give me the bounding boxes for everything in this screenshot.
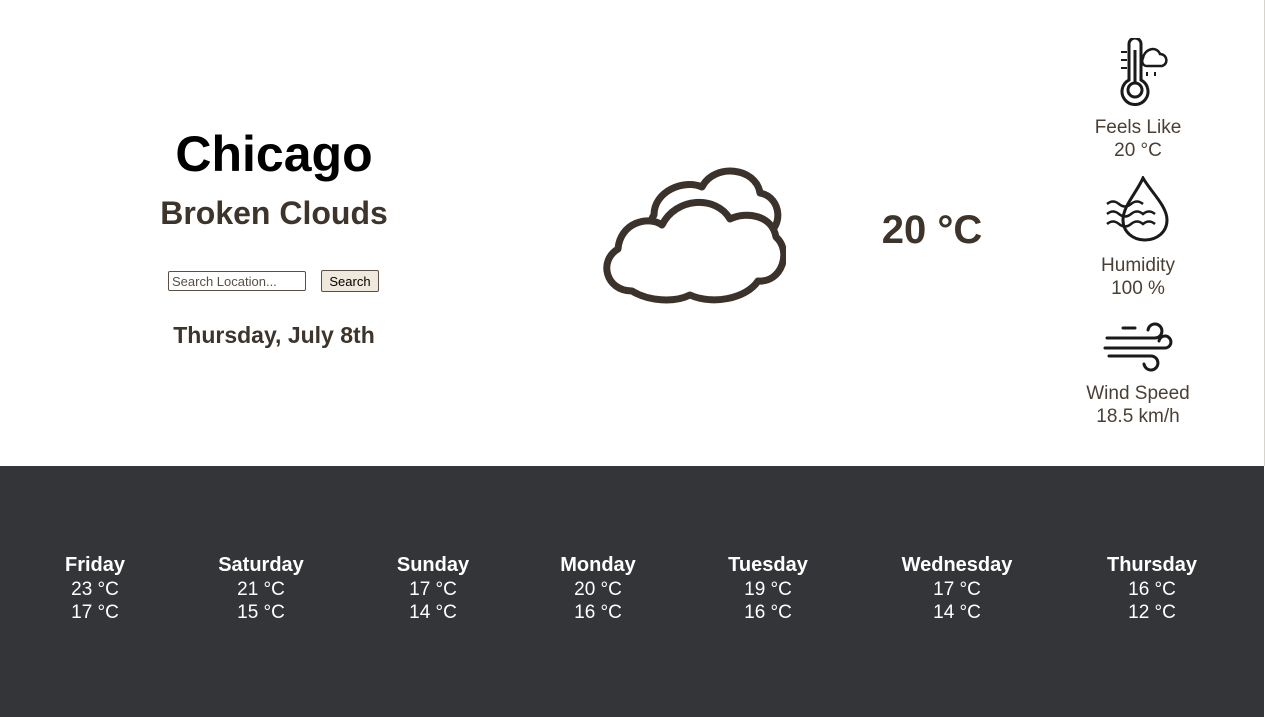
forecast-low: 17 °C [71, 602, 119, 623]
forecast-low: 15 °C [237, 602, 285, 623]
forecast-day: Friday 23 °C 17 °C [15, 552, 175, 624]
weather-condition: Broken Clouds [160, 195, 388, 231]
feels-like-value: 20 °C [1114, 140, 1162, 161]
forecast-high: 21 °C [237, 579, 285, 600]
forecast-day: Saturday 21 °C 15 °C [181, 552, 341, 624]
forecast-high: 19 °C [744, 579, 792, 600]
forecast-high: 16 °C [1128, 579, 1176, 600]
wind-speed-stat: Wind Speed 18.5 km/h [1073, 320, 1203, 428]
feels-like-stat: Feels Like 20 °C [1073, 38, 1203, 162]
water-drop-icon [1106, 176, 1169, 242]
humidity-label: Humidity [1101, 255, 1175, 276]
forecast-day: Monday 20 °C 16 °C [518, 552, 678, 624]
forecast-high: 23 °C [71, 579, 119, 600]
search-input[interactable] [168, 271, 306, 291]
humidity-value: 100 % [1111, 278, 1165, 299]
location-block: Chicago Broken Clouds Search Thursday, J… [134, 125, 414, 348]
forecast-low: 12 °C [1128, 602, 1176, 623]
wind-speed-label: Wind Speed [1086, 383, 1190, 404]
search-form: Search [168, 270, 388, 294]
forecast-high: 17 °C [409, 579, 457, 600]
forecast-day: Tuesday 19 °C 16 °C [688, 552, 848, 624]
forecast-day-name: Sunday [396, 554, 470, 576]
forecast-panel: Friday 23 °C 17 °C Saturday 21 °C 15 °C … [0, 466, 1264, 717]
feels-like-label: Feels Like [1094, 117, 1182, 138]
forecast-day: Wednesday 17 °C 14 °C [877, 552, 1037, 624]
forecast-low: 16 °C [574, 602, 622, 623]
forecast-day-name: Friday [64, 554, 126, 576]
forecast-day-name: Thursday [1106, 554, 1198, 576]
forecast-high: 17 °C [933, 579, 981, 600]
humidity-stat: Humidity 100 % [1073, 176, 1203, 300]
forecast-day-name: Tuesday [728, 554, 808, 576]
forecast-day: Sunday 17 °C 14 °C [353, 552, 513, 624]
current-weather-panel: Chicago Broken Clouds Search Thursday, J… [0, 0, 1264, 466]
forecast-low: 14 °C [933, 602, 981, 623]
current-date: Thursday, July 8th [173, 322, 375, 348]
forecast-day-name: Monday [560, 554, 636, 576]
forecast-low: 16 °C [744, 602, 792, 623]
search-button[interactable]: Search [321, 270, 379, 292]
city-name: Chicago [175, 126, 373, 182]
wind-speed-value: 18.5 km/h [1096, 406, 1180, 427]
current-temperature: 20 °C [881, 208, 983, 252]
forecast-day: Thursday 16 °C 12 °C [1072, 552, 1232, 624]
forecast-day-name: Wednesday [901, 554, 1013, 576]
forecast-day-name: Saturday [218, 554, 304, 576]
broken-clouds-icon [596, 153, 788, 308]
weather-app: Chicago Broken Clouds Search Thursday, J… [0, 0, 1265, 717]
forecast-low: 14 °C [409, 602, 457, 623]
forecast-high: 20 °C [574, 579, 622, 600]
thermometer-cloud-icon [1120, 38, 1168, 106]
wind-icon [1103, 322, 1173, 372]
